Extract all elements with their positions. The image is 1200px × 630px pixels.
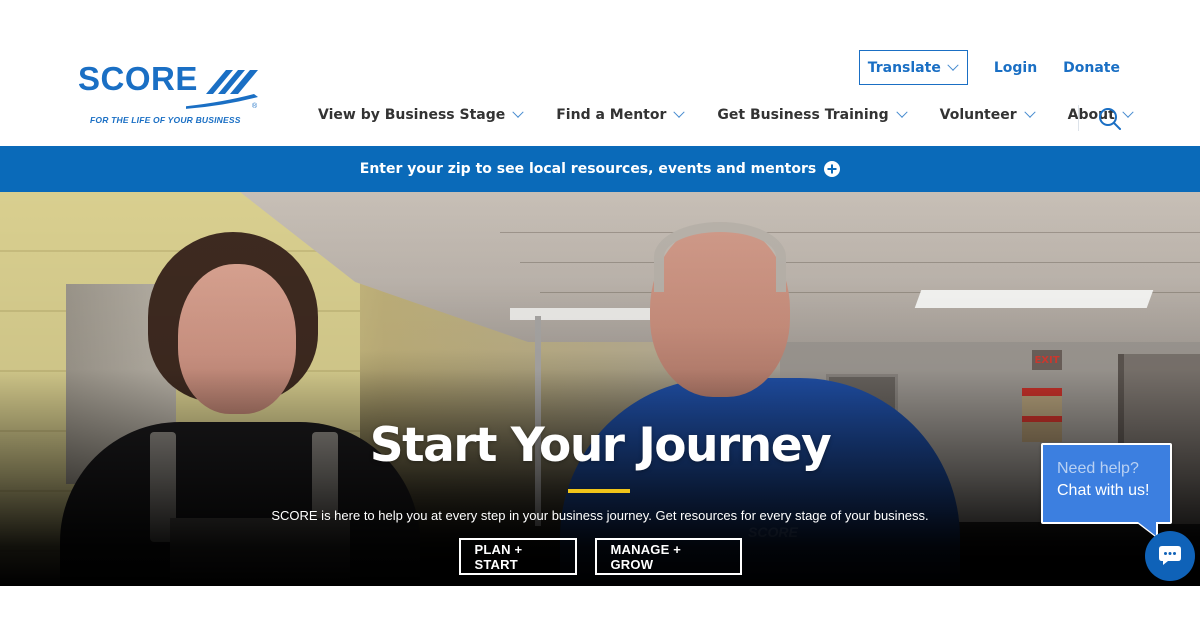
plan-start-button[interactable]: PLAN + START bbox=[458, 538, 577, 575]
hero-gradient-overlay bbox=[0, 192, 1200, 586]
chevron-down-icon bbox=[947, 59, 959, 71]
chat-prompt-line2: Chat with us! bbox=[1057, 482, 1150, 499]
manage-grow-button[interactable]: MANAGE + GROW bbox=[594, 538, 742, 575]
nav-item-find-mentor[interactable]: Find a Mentor bbox=[556, 106, 686, 123]
nav-item-business-stage[interactable]: View by Business Stage bbox=[318, 106, 524, 123]
zip-code-bar[interactable]: Enter your zip to see local resources, e… bbox=[0, 146, 1200, 192]
search-button[interactable] bbox=[1097, 106, 1123, 132]
search-icon bbox=[1099, 108, 1121, 130]
score-logo[interactable]: SCORE ® FOR THE LIFE OF YOUR BUSINESS bbox=[78, 62, 268, 128]
nav-item-label: View by Business Stage bbox=[318, 107, 506, 123]
logo-slashes-icon: ® bbox=[186, 70, 258, 110]
chevron-down-icon bbox=[1023, 106, 1036, 118]
translate-dropdown[interactable]: Translate bbox=[858, 50, 968, 85]
chevron-down-icon bbox=[895, 106, 908, 118]
utility-nav: Translate Login Donate bbox=[858, 50, 1120, 85]
site-header: SCORE ® FOR THE LIFE OF YOUR BUSINESS Tr… bbox=[0, 0, 1200, 146]
hero-buttons: PLAN + START MANAGE + GROW bbox=[0, 538, 1200, 575]
nav-item-label: Find a Mentor bbox=[556, 107, 667, 123]
hero-section: EXIT SCORE Start Your Journey SCORE is h… bbox=[0, 192, 1200, 586]
chat-prompt-bubble[interactable]: Need help? Chat with us! bbox=[1041, 443, 1172, 539]
logo-tagline: FOR THE LIFE OF YOUR BUSINESS bbox=[90, 115, 241, 125]
chat-bubble-icon bbox=[1159, 546, 1181, 565]
zip-bar-text: Enter your zip to see local resources, e… bbox=[359, 161, 817, 177]
translate-label: Translate bbox=[867, 59, 941, 76]
hero-accent-rule bbox=[568, 489, 630, 493]
nav-divider bbox=[1078, 105, 1079, 131]
login-link[interactable]: Login bbox=[994, 60, 1037, 76]
main-nav: View by Business Stage Find a Mentor Get… bbox=[318, 106, 1134, 123]
plus-circle-icon bbox=[824, 161, 841, 177]
chat-launcher-button[interactable] bbox=[1145, 531, 1195, 581]
chat-prompt-line1: Need help? bbox=[1057, 460, 1139, 477]
nav-item-label: Get Business Training bbox=[717, 107, 889, 123]
registered-mark: ® bbox=[252, 102, 258, 110]
hero-title: Start Your Journey bbox=[369, 418, 832, 473]
nav-item-label: Volunteer bbox=[939, 107, 1017, 123]
chevron-down-icon bbox=[512, 106, 524, 118]
chevron-down-icon bbox=[673, 106, 686, 118]
nav-item-volunteer[interactable]: Volunteer bbox=[939, 106, 1036, 123]
logo-wordmark: SCORE bbox=[78, 60, 198, 97]
hero-subtitle: SCORE is here to help you at every step … bbox=[271, 508, 929, 523]
chevron-down-icon bbox=[1122, 106, 1134, 118]
donate-link[interactable]: Donate bbox=[1063, 60, 1120, 76]
nav-item-business-training[interactable]: Get Business Training bbox=[717, 106, 908, 123]
